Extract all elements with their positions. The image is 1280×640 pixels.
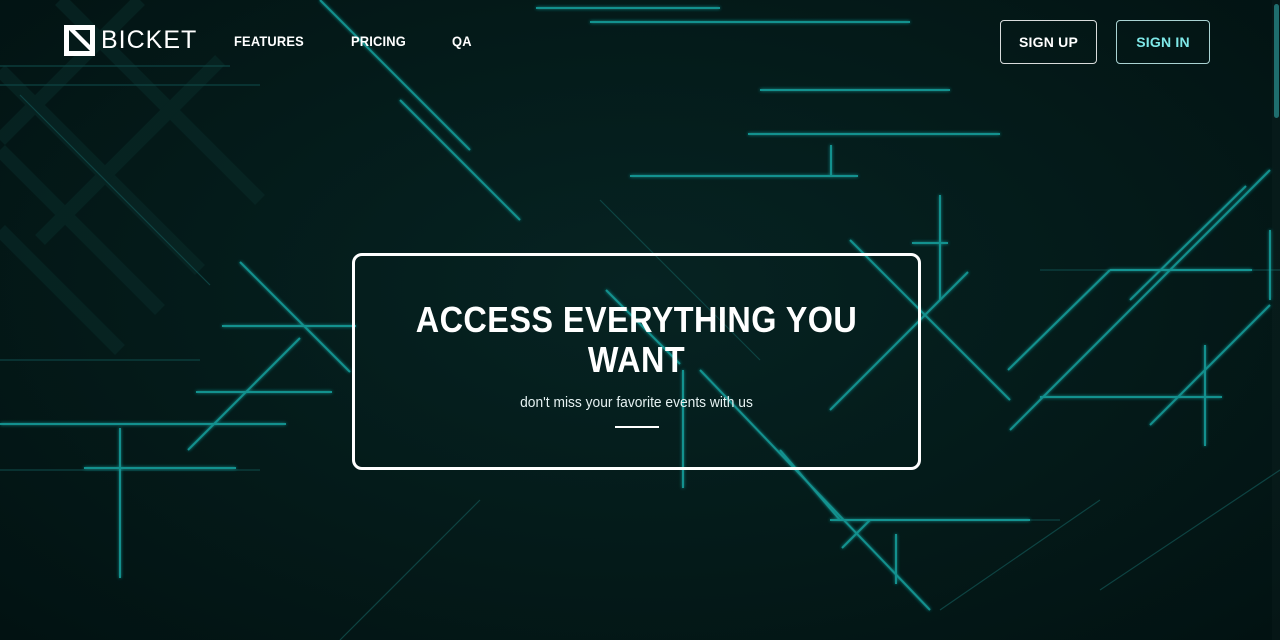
nav-link-qa[interactable]: QA	[452, 31, 472, 51]
sign-up-button[interactable]: SIGN UP	[1000, 20, 1097, 64]
scrollbar-thumb[interactable]	[1274, 4, 1279, 118]
scrollbar-track[interactable]	[1272, 0, 1280, 640]
hero-title: ACCESS EVERYTHING YOU WANT	[415, 299, 858, 380]
hero-card: ACCESS EVERYTHING YOU WANT don't miss yo…	[352, 253, 921, 470]
nav-link-pricing[interactable]: PRICING	[351, 31, 406, 51]
nav-link-features[interactable]: FEATURES	[234, 31, 304, 51]
hero-divider	[614, 426, 659, 428]
auth-buttons: SIGN UP SIGN IN	[1000, 20, 1210, 64]
logo-mark-icon	[64, 24, 95, 56]
hero-subtitle: don't miss your favorite events with us	[520, 394, 753, 411]
landing-page: BICKET FEATURES PRICING QA SIGN UP SIGN …	[0, 0, 1280, 640]
brand-name: BICKET	[101, 25, 198, 54]
navbar: BICKET FEATURES PRICING QA SIGN UP SIGN …	[0, 0, 1280, 82]
sign-in-button[interactable]: SIGN IN	[1116, 20, 1210, 64]
brand-logo[interactable]: BICKET	[64, 24, 197, 56]
main-nav: FEATURES PRICING QA	[234, 31, 514, 51]
